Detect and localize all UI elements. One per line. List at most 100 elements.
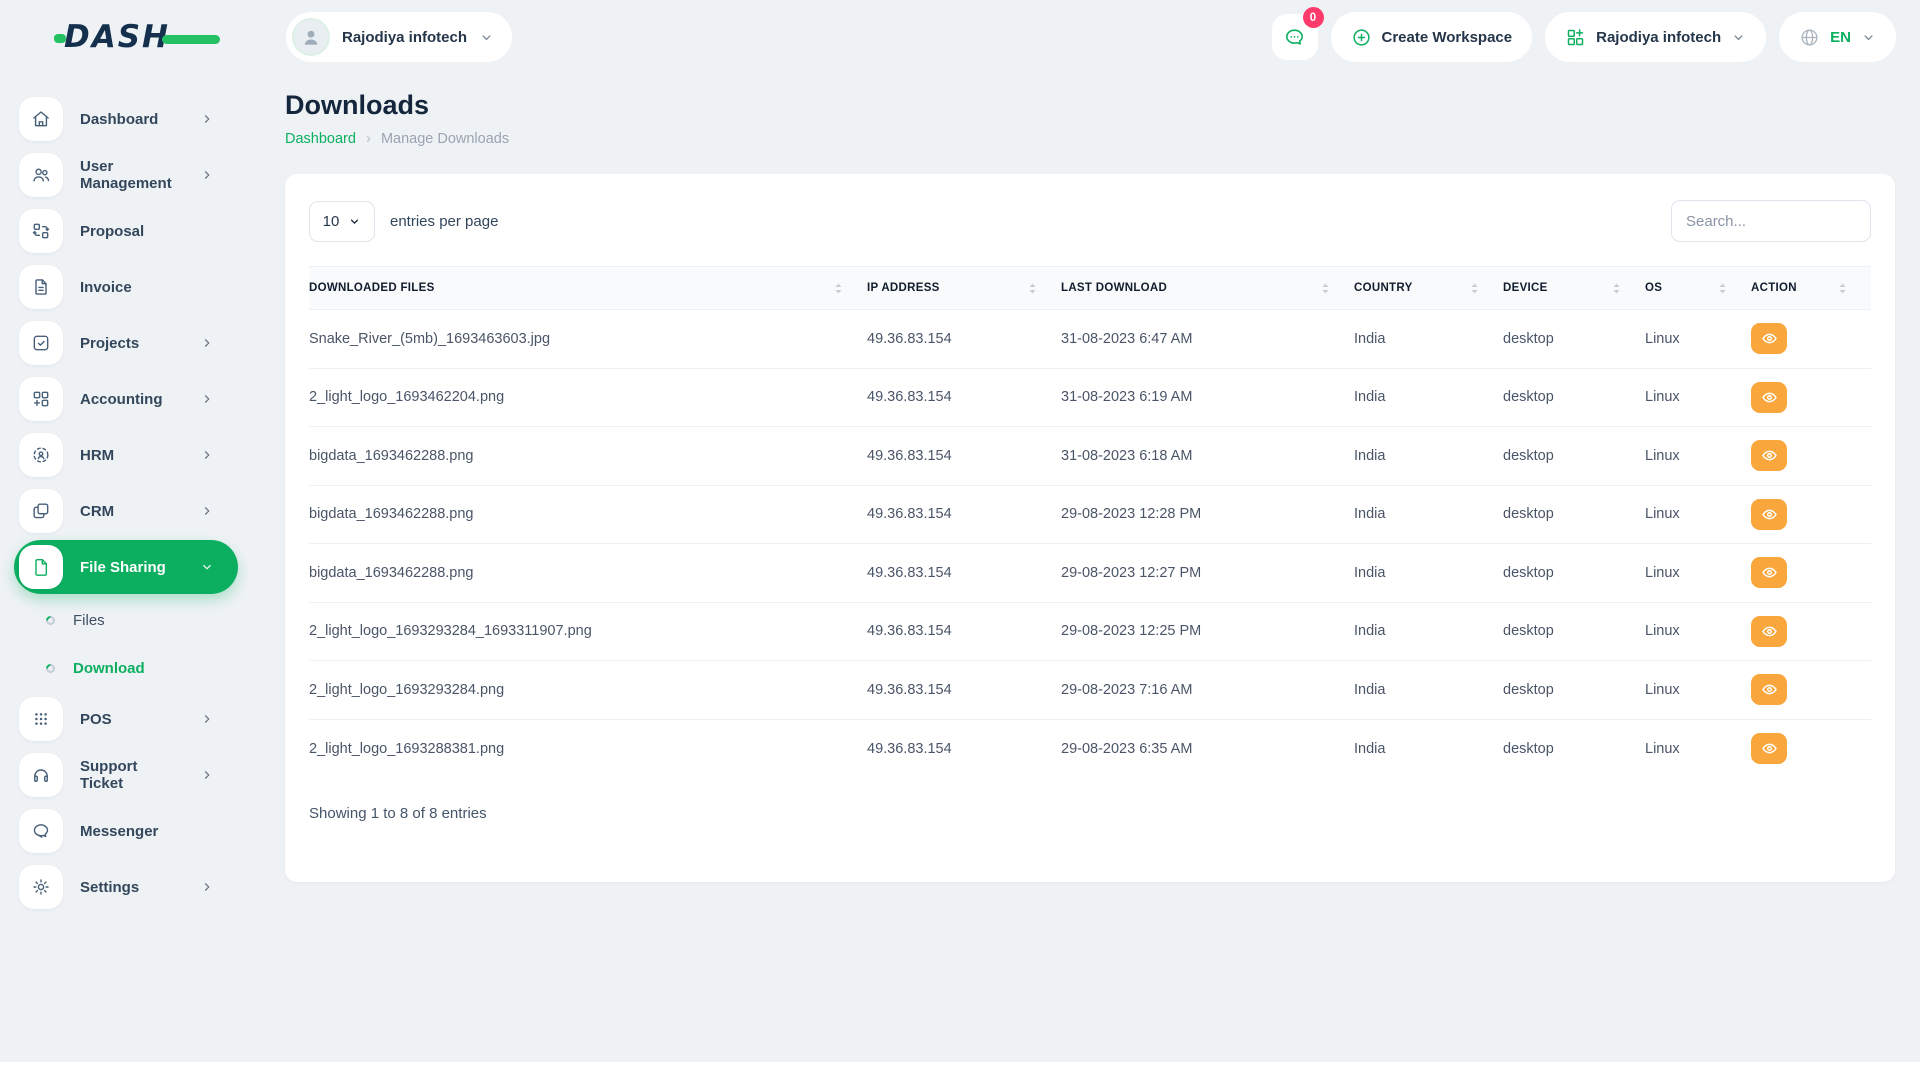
sort-icon xyxy=(1321,282,1330,295)
topbar-actions: 0 Create Workspace Rajodiya infotech EN xyxy=(1272,12,1897,62)
sidebar-item-messenger[interactable]: Messenger xyxy=(14,804,238,858)
workspace-grid-icon xyxy=(1565,27,1586,48)
cell-ip: 49.36.83.154 xyxy=(867,565,1061,581)
view-download-button[interactable] xyxy=(1751,674,1787,705)
sidebar-item-support-ticket[interactable]: Support Ticket xyxy=(14,748,238,802)
chevron-right-icon xyxy=(200,112,214,126)
sidebar-item-label: Dashboard xyxy=(80,111,158,128)
cell-file: 2_light_logo_1693462204.png xyxy=(309,389,867,405)
sidebar-item-settings[interactable]: Settings xyxy=(14,860,238,914)
cell-device: desktop xyxy=(1503,623,1645,639)
eye-icon xyxy=(1761,506,1778,523)
table-controls: 10 entries per page xyxy=(309,200,1871,242)
column-header-device[interactable]: DEVICE xyxy=(1503,282,1645,295)
sidebar-item-user-management[interactable]: User Management xyxy=(14,148,238,202)
cell-file: bigdata_1693462288.png xyxy=(309,506,867,522)
column-header-last-download[interactable]: LAST DOWNLOAD xyxy=(1061,282,1354,295)
company-switcher[interactable]: Rajodiya infotech xyxy=(1545,12,1766,62)
sidebar-item-crm[interactable]: CRM xyxy=(14,484,238,538)
app-logo[interactable]: DASH xyxy=(64,19,220,55)
top-bar: DASH Rajodiya infotech 0 Create Workspac… xyxy=(0,0,1920,74)
table-row: 2_light_logo_1693288381.png49.36.83.1542… xyxy=(309,720,1871,779)
table-row: bigdata_1693462288.png49.36.83.15429-08-… xyxy=(309,486,1871,545)
view-download-button[interactable] xyxy=(1751,733,1787,764)
sidebar-item-dashboard[interactable]: Dashboard xyxy=(14,92,238,146)
breadcrumb-dashboard-link[interactable]: Dashboard xyxy=(285,131,356,147)
sidebar-subitem-download[interactable]: Download xyxy=(14,644,238,692)
cell-country: India xyxy=(1354,623,1503,639)
chevron-right-icon xyxy=(200,880,214,894)
sidebar-item-label: POS xyxy=(80,711,112,728)
cell-last-download: 31-08-2023 6:19 AM xyxy=(1061,389,1354,405)
column-header-ip-address[interactable]: IP ADDRESS xyxy=(867,282,1061,295)
sidebar-subitem-label: Files xyxy=(73,612,105,629)
cell-country: India xyxy=(1354,331,1503,347)
column-header-downloaded-files[interactable]: DOWNLOADED FILES xyxy=(309,282,867,295)
workspace-name: Rajodiya infotech xyxy=(342,29,467,46)
cell-device: desktop xyxy=(1503,682,1645,698)
chevron-down-icon xyxy=(479,30,494,45)
cell-action xyxy=(1751,616,1871,647)
sidebar-subitem-files[interactable]: Files xyxy=(14,596,238,644)
chevron-right-icon xyxy=(200,504,214,518)
cell-ip: 49.36.83.154 xyxy=(867,448,1061,464)
chevron-right-icon xyxy=(200,168,214,182)
view-download-button[interactable] xyxy=(1751,440,1787,471)
cell-ip: 49.36.83.154 xyxy=(867,506,1061,522)
sidebar-item-label: Accounting xyxy=(80,391,163,408)
chevron-right-icon xyxy=(200,448,214,462)
sidebar-item-projects[interactable]: Projects xyxy=(14,316,238,370)
sidebar-item-file-sharing[interactable]: File Sharing xyxy=(14,540,238,594)
column-header-action[interactable]: ACTION xyxy=(1751,282,1871,295)
view-download-button[interactable] xyxy=(1751,323,1787,354)
view-download-button[interactable] xyxy=(1751,499,1787,530)
messages-button[interactable]: 0 xyxy=(1272,14,1318,60)
cell-file: bigdata_1693462288.png xyxy=(309,448,867,464)
bullet-icon xyxy=(44,614,57,627)
view-download-button[interactable] xyxy=(1751,557,1787,588)
cell-file: 2_light_logo_1693293284.png xyxy=(309,682,867,698)
column-header-country[interactable]: COUNTRY xyxy=(1354,282,1503,295)
cell-device: desktop xyxy=(1503,506,1645,522)
cell-last-download: 29-08-2023 7:16 AM xyxy=(1061,682,1354,698)
sidebar-item-hrm[interactable]: HRM xyxy=(14,428,238,482)
search-input[interactable] xyxy=(1671,200,1871,242)
eye-icon xyxy=(1761,330,1778,347)
sidebar-item-accounting[interactable]: Accounting xyxy=(14,372,238,426)
language-switcher[interactable]: EN xyxy=(1779,12,1896,62)
create-workspace-button[interactable]: Create Workspace xyxy=(1331,12,1533,62)
sidebar-item-label: Proposal xyxy=(80,223,144,240)
table-row: 2_light_logo_1693293284.png49.36.83.1542… xyxy=(309,661,1871,720)
sidebar-item-label: CRM xyxy=(80,503,114,520)
page-size-select[interactable]: 10 xyxy=(309,201,375,242)
cell-device: desktop xyxy=(1503,331,1645,347)
sidebar-item-invoice[interactable]: Invoice xyxy=(14,260,238,314)
sidebar-item-proposal[interactable]: Proposal xyxy=(14,204,238,258)
sidebar-item-pos[interactable]: POS xyxy=(14,692,238,746)
column-header-label: DOWNLOADED FILES xyxy=(309,282,435,294)
sidebar-item-label: User Management xyxy=(80,158,183,192)
messages-count-badge: 0 xyxy=(1303,7,1324,28)
cell-os: Linux xyxy=(1645,506,1751,522)
column-header-os[interactable]: OS xyxy=(1645,282,1751,295)
cell-device: desktop xyxy=(1503,389,1645,405)
chevron-down-icon xyxy=(200,560,214,574)
cell-file: 2_light_logo_1693293284_1693311907.png xyxy=(309,623,867,639)
avatar xyxy=(292,18,330,56)
table-header-row: DOWNLOADED FILES IP ADDRESSLAST DOWNLOADC… xyxy=(309,266,1871,310)
workspace-switcher[interactable]: Rajodiya infotech xyxy=(286,12,512,62)
main-content: Downloads Dashboard › Manage Downloads 1… xyxy=(260,74,1920,882)
cell-last-download: 29-08-2023 12:25 PM xyxy=(1061,623,1354,639)
table-row: bigdata_1693462288.png49.36.83.15429-08-… xyxy=(309,544,1871,603)
view-download-button[interactable] xyxy=(1751,382,1787,413)
cell-last-download: 29-08-2023 12:27 PM xyxy=(1061,565,1354,581)
pos-icon xyxy=(19,697,63,741)
breadcrumb-current: Manage Downloads xyxy=(381,131,509,147)
cell-country: India xyxy=(1354,448,1503,464)
downloads-card: 10 entries per page DOWNLOADED FILES IP A… xyxy=(285,174,1895,882)
view-download-button[interactable] xyxy=(1751,616,1787,647)
sort-icon xyxy=(1470,282,1479,295)
table-row: 2_light_logo_1693462204.png49.36.83.1543… xyxy=(309,369,1871,428)
cell-ip: 49.36.83.154 xyxy=(867,331,1061,347)
cell-device: desktop xyxy=(1503,448,1645,464)
